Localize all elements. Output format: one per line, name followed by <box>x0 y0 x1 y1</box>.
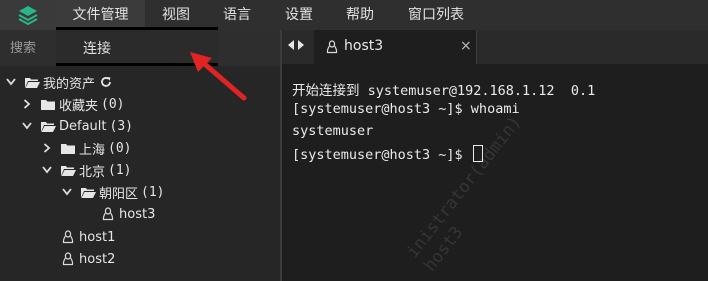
menu-file-manage[interactable]: 文件管理 <box>56 0 145 30</box>
tree-item-count: (1) <box>108 162 132 178</box>
tree-item-host2[interactable]: host2 <box>62 248 115 270</box>
tree-item-host3[interactable]: host3 <box>102 203 155 225</box>
tree-item-label: host1 <box>79 229 116 245</box>
tree-item-label: 上海 <box>79 142 106 158</box>
tree-item-label: 收藏夹 <box>59 98 99 114</box>
annotation-arrow-icon <box>190 52 247 101</box>
caret-left-icon[interactable] <box>287 39 295 51</box>
search-input[interactable] <box>10 39 56 57</box>
chevron-down-icon[interactable] <box>60 188 74 196</box>
watermark-user: inistrator(admin) <box>402 112 526 262</box>
terminal-line: systemuser <box>292 123 374 139</box>
chevron-right-icon[interactable] <box>40 143 54 153</box>
tree-item-label: Default <box>59 118 107 134</box>
folder-open-icon <box>40 120 57 133</box>
tree-item-host1[interactable]: host1 <box>62 226 115 248</box>
tree-item-default[interactable]: Default (3) <box>20 115 133 137</box>
tab-host3[interactable]: host3 × <box>314 30 477 64</box>
menu-help[interactable]: 帮助 <box>346 0 374 30</box>
terminal[interactable]: 开始连接到 systemuser@192.168.1.12 0.1 [syste… <box>282 64 708 281</box>
chevron-down-icon[interactable] <box>40 166 54 174</box>
layers-logo-icon <box>18 6 38 26</box>
tree-item-label: host2 <box>79 251 116 267</box>
folder-open-icon <box>24 76 41 89</box>
menu-language[interactable]: 语言 <box>223 0 251 30</box>
linux-icon <box>62 252 75 266</box>
tree-item-favorites[interactable]: 收藏夹 (0) <box>20 93 125 115</box>
folder-icon <box>60 142 77 155</box>
tree-item-count: (0) <box>101 96 125 112</box>
tree-item-label: 朝阳区 <box>99 186 139 202</box>
menu-item-connect[interactable]: 连接 <box>83 38 111 58</box>
chevron-right-icon[interactable] <box>20 99 34 109</box>
tab-scroll-buttons <box>287 39 305 51</box>
caret-right-icon[interactable] <box>297 39 305 51</box>
menu-settings[interactable]: 设置 <box>285 0 313 30</box>
linux-icon <box>102 207 115 221</box>
app-logo <box>0 0 56 30</box>
chevron-down-icon[interactable] <box>4 78 18 86</box>
terminal-line: [systemuser@host3 ~]$ whoami <box>292 101 520 117</box>
watermark: inistrator(admin) host3 <box>402 112 544 276</box>
menu-view[interactable]: 视图 <box>162 0 190 30</box>
folder-icon <box>40 98 57 111</box>
linux-icon <box>326 40 338 54</box>
terminal-prompt-line: [systemuser@host3 ~]$ <box>292 145 483 163</box>
folder-open-icon <box>60 164 77 177</box>
menubar: 文件管理 视图 语言 设置 帮助 窗口列表 <box>0 0 708 30</box>
tree-item-beijing[interactable]: 北京 (1) <box>40 159 132 181</box>
tree-item-my-assets[interactable]: 我的资产 <box>4 71 112 93</box>
terminal-line: 开始连接到 systemuser@192.168.1.12 0.1 <box>292 83 596 99</box>
linux-icon <box>62 230 75 244</box>
tab-label: host3 <box>344 38 384 54</box>
tree-item-count: (1) <box>141 184 165 200</box>
tree-item-label: host3 <box>119 206 156 222</box>
tree-item-label: 我的资产 <box>43 76 96 92</box>
chevron-down-icon[interactable] <box>20 122 34 130</box>
tab-bar: host3 × <box>282 30 708 64</box>
folder-open-icon <box>80 186 97 199</box>
tree-item-count: (3) <box>109 118 133 134</box>
close-icon[interactable]: × <box>460 38 472 54</box>
tree-item-shanghai[interactable]: 上海 (0) <box>40 137 132 159</box>
menu-window-list[interactable]: 窗口列表 <box>408 0 464 30</box>
terminal-prompt: [systemuser@host3 ~]$ <box>292 147 471 163</box>
tree-item-label: 北京 <box>79 164 106 180</box>
tree-item-count: (0) <box>108 140 132 156</box>
tree-item-chaoyang[interactable]: 朝阳区 (1) <box>60 181 165 203</box>
refresh-icon[interactable] <box>100 76 112 88</box>
